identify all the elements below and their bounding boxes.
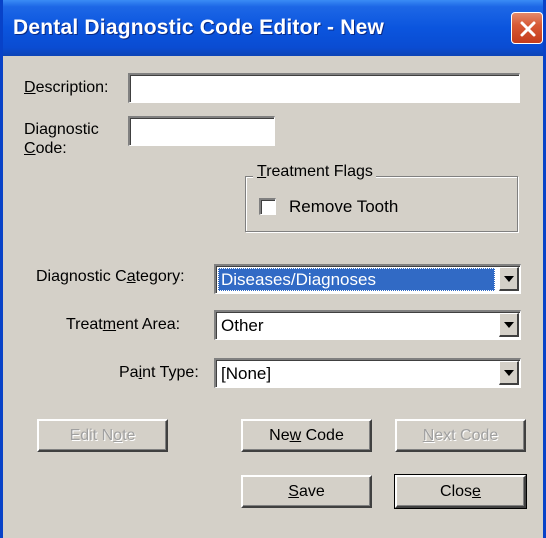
chevron-down-icon [504, 276, 514, 282]
paint-type-select[interactable]: [None] [214, 358, 521, 388]
diagnostic-category-select[interactable]: Diseases/Diagnoses [214, 264, 521, 294]
new-code-button[interactable]: New Code [241, 419, 372, 452]
description-input[interactable] [128, 73, 520, 103]
description-label: Description: [24, 79, 109, 96]
paint-type-dropdown-button[interactable] [499, 361, 519, 385]
paint-type-label: Paint Type: [119, 364, 199, 381]
save-button[interactable]: Save [241, 475, 372, 508]
diagnostic-category-label: Diagnostic Category: [36, 268, 185, 285]
dialog-window: Dental Diagnostic Code Editor - New Desc… [0, 0, 546, 538]
close-icon [520, 21, 536, 37]
diagnostic-code-label-line1: Diagnostic [24, 121, 99, 138]
paint-type-value: [None] [221, 364, 272, 383]
chevron-down-icon [504, 370, 514, 376]
close-button[interactable]: Close [394, 474, 527, 509]
close-window-button[interactable] [511, 12, 543, 44]
remove-tooth-checkbox[interactable] [259, 198, 276, 215]
diagnostic-category-value: Diseases/Diagnoses [218, 268, 495, 291]
treatment-area-dropdown-button[interactable] [499, 313, 519, 337]
remove-tooth-label[interactable]: Remove Tooth [289, 197, 398, 217]
treatment-area-label: Treatment Area: [66, 316, 181, 333]
next-code-button[interactable]: Next Code [395, 419, 526, 452]
title-bar[interactable]: Dental Diagnostic Code Editor - New [3, 0, 543, 56]
treatment-area-value: Other [221, 316, 264, 335]
diagnostic-code-input[interactable] [128, 116, 275, 146]
treatment-flags-legend: Treatment Flags [253, 163, 376, 181]
chevron-down-icon [504, 322, 514, 328]
window-title: Dental Diagnostic Code Editor - New [13, 16, 385, 39]
diagnostic-category-dropdown-button[interactable] [499, 267, 519, 291]
edit-note-button[interactable]: Edit Note [37, 419, 168, 452]
diagnostic-code-label-line2: Code: [24, 140, 67, 157]
treatment-area-select[interactable]: Other [214, 310, 521, 340]
